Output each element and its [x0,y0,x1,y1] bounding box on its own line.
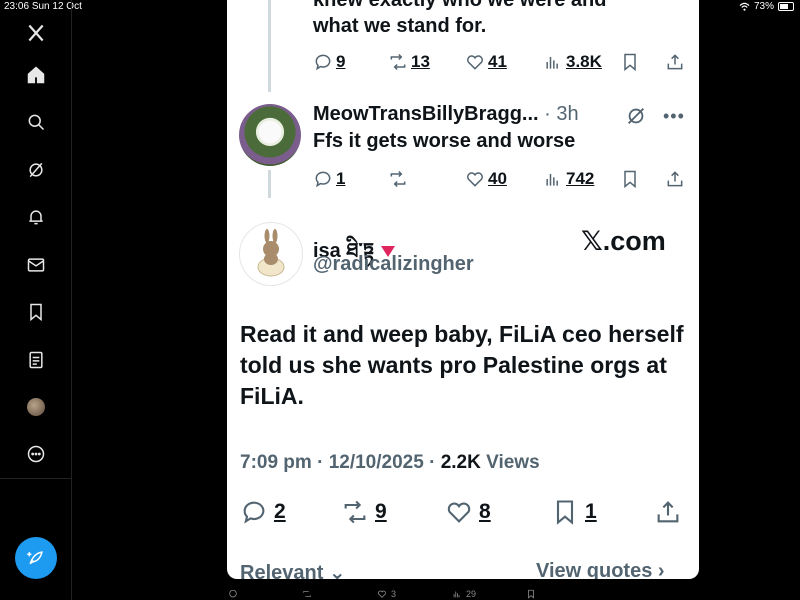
thread-line [268,0,271,92]
grok-icon[interactable] [23,157,49,183]
main-post-text: Read it and weep baby, FiLiA ceo herself… [240,321,684,409]
reply-actions: 1 40 742 [227,167,699,191]
reply-author-name[interactable]: MeowTransBillyBragg... · 3h [313,103,579,126]
notifications-icon[interactable] [23,204,49,230]
battery-percent: 73% [753,1,774,12]
like-button[interactable]: 41 [465,52,507,72]
reply-text: Ffs it gets worse and worse [313,130,576,152]
views-label: Views [486,452,540,473]
profile-avatar[interactable] [23,394,49,420]
reply-author-avatar[interactable] [239,104,301,166]
search-icon[interactable] [23,109,49,135]
lists-icon[interactable] [23,347,49,373]
peek-reply-icon [228,589,238,599]
peek-views: 29 [452,589,476,599]
messages-icon[interactable] [23,252,49,278]
repost-button[interactable] [388,169,411,189]
post-date[interactable]: 12/10/2025 [329,452,424,473]
post-detail-card: knew exactly who we were and what we sta… [227,0,699,579]
reply-button[interactable]: 9 [313,52,345,72]
previous-post-actions: 9 13 41 3.8K [227,50,699,74]
home-icon[interactable] [23,62,49,88]
share-button[interactable] [665,52,685,72]
peek-likes: 3 [377,589,396,599]
repost-button[interactable]: 13 [388,52,430,72]
share-button[interactable] [665,169,685,189]
more-options-icon[interactable] [23,441,49,467]
bookmarks-icon[interactable] [23,299,49,325]
compose-post-button[interactable] [15,537,57,579]
sidebar [0,0,72,600]
view-quotes-link[interactable]: View quotes › [536,560,665,579]
x-logo-icon[interactable] [23,20,49,46]
x-com-watermark: 𝕏.com [581,226,666,256]
views-button[interactable]: 3.8K [543,52,602,72]
grok-explain-icon[interactable] [625,105,647,132]
wifi-icon [739,2,750,11]
like-button[interactable]: 40 [465,169,507,189]
bookmark-button[interactable]: 1 [551,498,597,526]
peek-repost-icon [302,589,312,599]
views-count: 2.2K [440,452,481,473]
share-button[interactable] [654,498,682,526]
main-author-avatar[interactable] [239,222,303,286]
status-right: 73% [739,1,794,12]
bookmark-button[interactable] [620,169,640,189]
repost-button[interactable]: 9 [341,498,387,526]
post-meta: 7:09 pm · 12/10/2025 · 2.2K Views [240,452,540,473]
main-author-handle[interactable]: @radicalizingher [313,253,474,276]
battery-icon [778,2,794,11]
sort-dropdown[interactable]: Relevant ⌄ [240,560,346,579]
peek-bookmark-icon [526,589,536,599]
reply-button[interactable]: 1 [313,169,345,189]
main-post-actions: 2 9 8 1 [227,498,699,530]
more-options-icon[interactable]: ••• [663,106,685,127]
like-button[interactable]: 8 [445,498,491,526]
views-button[interactable]: 742 [543,169,594,189]
post-time[interactable]: 7:09 pm [240,452,312,473]
previous-post-text: knew exactly who we were and what we sta… [313,0,607,37]
bookmark-button[interactable] [620,52,640,72]
sidebar-divider [0,478,71,479]
reply-button[interactable]: 2 [240,498,286,526]
